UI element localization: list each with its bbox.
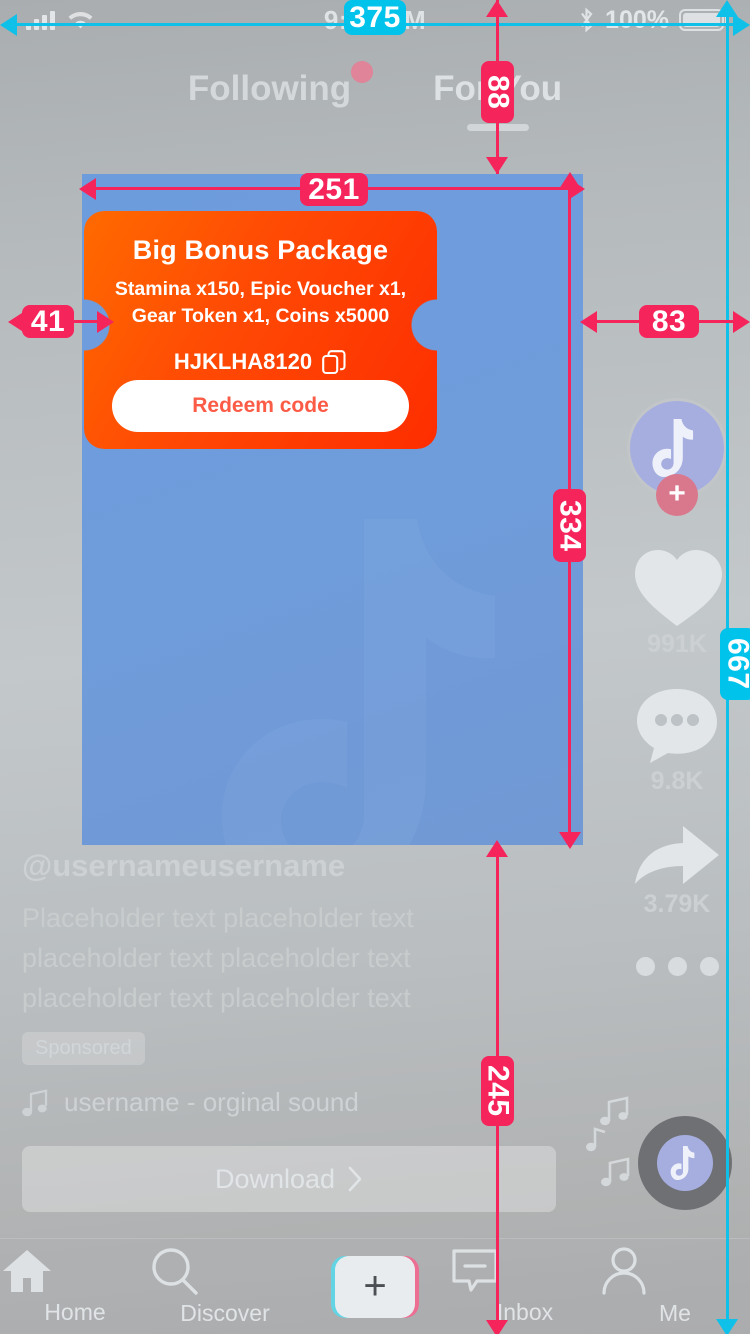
chevron-right-icon [347,1166,363,1192]
tiktok-note-watermark [222,519,552,845]
like-count: 991K [647,630,707,658]
pink-top-arrow-down [486,157,508,174]
coupon-title: Big Bonus Package [132,235,389,265]
music-note-icon [22,1088,48,1117]
plus-button-face[interactable]: + [335,1255,415,1318]
badge-top-offset: 88 [481,61,515,123]
person-icon [602,1247,646,1295]
search-icon [152,1248,198,1295]
pink-top-arrow-up [486,0,508,17]
pink-left-arrow-right [97,311,114,333]
coupon-code-row[interactable]: HJKLHA8120 [84,349,437,375]
comment-count: 9.8K [650,767,704,795]
tab-following-badge-dot [351,61,374,83]
caption-text: Placeholder text placeholder text placeh… [22,903,414,1013]
nav-label-home: Home [44,1299,106,1325]
download-cta-button[interactable]: Download [22,1146,556,1212]
pink-right-arrow-left [580,311,597,333]
nav-item-discover[interactable]: Discover [150,1246,300,1327]
tab-following-label: Following [187,69,352,108]
badge-screen-height: 667 [720,628,750,700]
share-arrow-icon [635,826,719,884]
badge-screen-width: 375 [344,0,406,35]
sponsored-badge: Sponsored [22,1032,145,1065]
follow-plus-icon[interactable]: + [656,474,698,516]
three-dots-icon[interactable] [635,957,719,976]
copy-icon[interactable] [322,349,347,375]
pink-bottom-arrow-down [486,1320,508,1334]
phone-screen: 9:41 AM 100% Following For You Big B [0,0,750,1334]
avatar-with-follow[interactable]: + [627,398,727,516]
music-note-icon-small-3 [601,1157,630,1187]
badge-bottom-offset: 245 [481,1056,515,1126]
redeem-code-button[interactable]: Redeem code [112,380,409,432]
pink-height-arrow-down [559,832,581,849]
comment-bubble-icon [637,689,717,763]
download-cta-label: Download [214,1163,336,1194]
pink-bottom-arrow-up [486,840,508,857]
share-action[interactable]: 3.79K [631,822,723,919]
badge-card-height: 334 [553,489,587,562]
pink-right-arrow-right [733,311,750,333]
author-handle[interactable]: @usernameusername [22,848,522,884]
comment-action[interactable]: 9.8K [633,685,721,796]
caption-block: @usernameusername Placeholder text place… [22,848,522,1118]
heart-icon [635,550,722,626]
inbox-icon [452,1249,498,1292]
music-note-icon-small-1 [600,1096,629,1126]
disc-inner [657,1135,713,1191]
badge-left-margin: 41 [22,305,74,338]
music-note-icon-small-2 [586,1127,606,1152]
pink-width-arrow-left [79,178,96,200]
home-icon [3,1250,51,1292]
plus-create-icon[interactable]: + [331,1255,419,1318]
music-disc-icon[interactable] [638,1116,732,1210]
nav-item-inbox[interactable]: Inbox [450,1247,600,1326]
top-tab-bar: Following For You [0,58,750,120]
pink-height-arrow-up [559,172,581,189]
sound-label: username - orginal sound [64,1087,359,1117]
cyan-width-arrow-left [0,14,17,36]
badge-right-margin: 83 [639,305,699,338]
nav-item-home[interactable]: Home [0,1247,150,1326]
cyan-width-arrow-right [733,14,750,36]
tab-following[interactable]: Following [187,61,374,109]
nav-item-create[interactable]: + [300,1255,450,1318]
action-rail: + 991K 9.8K 3.79K [622,398,732,976]
coupon-code-text: HJKLHA8120 [173,349,313,374]
nav-label-inbox: Inbox [496,1299,554,1325]
coupon-card[interactable]: Big Bonus Package Stamina x150, Epic Vou… [84,211,437,449]
share-count: 3.79K [643,890,711,918]
cyan-height-arrow-up [716,0,738,17]
bottom-nav-bar: Home Discover + Inbox Me [0,1238,750,1334]
coupon-description: Stamina x150, Epic Voucher x1, Gear Toke… [114,278,407,327]
sound-row[interactable]: username - orginal sound [22,1087,522,1118]
badge-card-width: 251 [300,173,368,206]
cyan-height-arrow-down [716,1319,738,1334]
nav-label-discover: Discover [180,1300,270,1326]
like-action[interactable]: 991K [631,546,723,659]
